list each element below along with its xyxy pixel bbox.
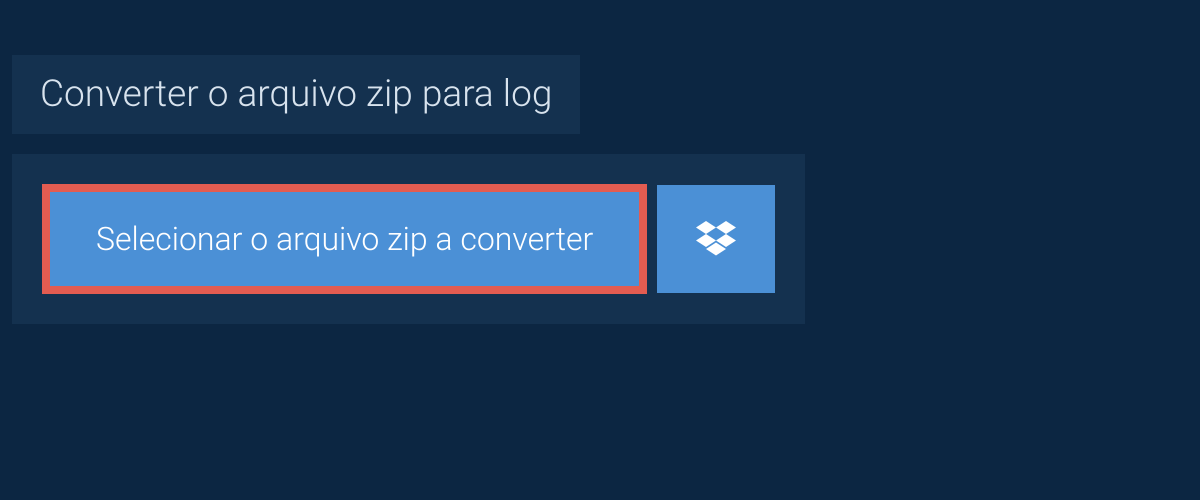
title-bar: Converter o arquivo zip para log (12, 55, 580, 134)
dropbox-button[interactable] (657, 185, 775, 293)
select-file-button-label: Selecionar o arquivo zip a converter (96, 220, 593, 258)
dropbox-icon (696, 221, 736, 257)
select-file-button[interactable]: Selecionar o arquivo zip a converter (42, 184, 647, 294)
main-container: Converter o arquivo zip para log Selecio… (0, 0, 1200, 324)
page-title: Converter o arquivo zip para log (40, 73, 552, 116)
button-panel: Selecionar o arquivo zip a converter (12, 154, 805, 324)
